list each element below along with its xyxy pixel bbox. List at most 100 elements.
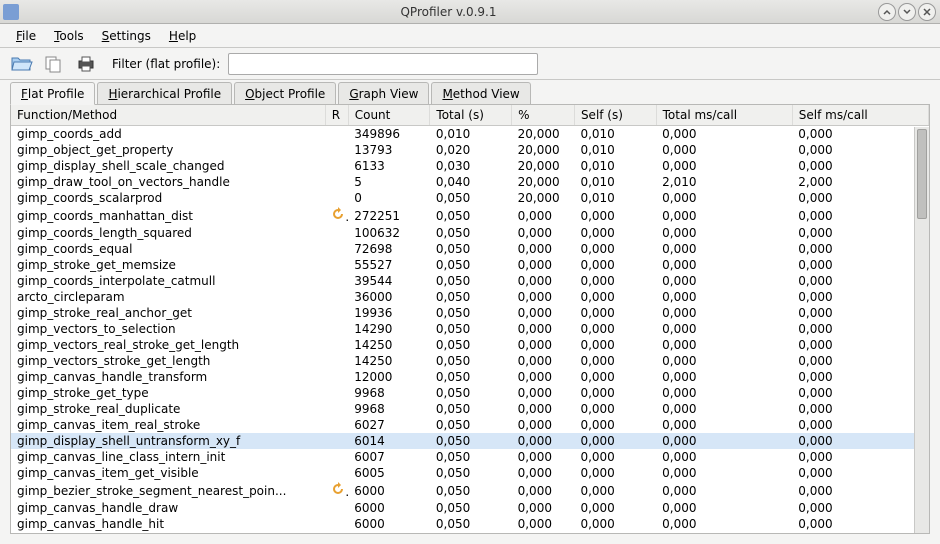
menu-help[interactable]: Help	[161, 26, 204, 46]
menu-file[interactable]: File	[8, 26, 44, 46]
table-row[interactable]: gimp_display_shell_untransform_xy_f60140…	[11, 433, 929, 449]
cell-count: 9968	[348, 385, 430, 401]
cell-pct: 0,000	[512, 206, 575, 225]
cell-pct: 0,000	[512, 257, 575, 273]
table-row[interactable]: arcto_circleparam360000,0500,0000,0000,0…	[11, 289, 929, 305]
cell-pct: 0,000	[512, 305, 575, 321]
tab-hierarchical-profile[interactable]: Hierarchical Profile	[97, 82, 232, 104]
cell-total: 0,050	[430, 449, 512, 465]
table-row[interactable]: gimp_object_get_property137930,02020,000…	[11, 142, 929, 158]
cell-self: 0,010	[574, 158, 656, 174]
maximize-button[interactable]	[898, 3, 916, 21]
table-row[interactable]: gimp_stroke_real_anchor_get199360,0500,0…	[11, 305, 929, 321]
cell-func: arcto_circleparam	[11, 289, 325, 305]
table-row[interactable]: gimp_canvas_line_class_intern_init60070,…	[11, 449, 929, 465]
cell-smscall: 0,000	[792, 337, 928, 353]
cell-func: gimp_canvas_line_class_intern_init	[11, 449, 325, 465]
table-row[interactable]: gimp_coords_length_squared1006320,0500,0…	[11, 225, 929, 241]
cell-total: 0,050	[430, 257, 512, 273]
cell-self: 0,000	[574, 353, 656, 369]
tab-object-profile[interactable]: Object Profile	[234, 82, 336, 104]
cell-smscall: 0,000	[792, 500, 928, 516]
col-total[interactable]: Total (s)	[430, 105, 512, 126]
open-folder-icon[interactable]	[10, 53, 34, 75]
cell-smscall: 0,000	[792, 465, 928, 481]
table-row[interactable]: gimp_canvas_handle_transform120000,0500,…	[11, 369, 929, 385]
table-row[interactable]: gimp_coords_equal726980,0500,0000,0000,0…	[11, 241, 929, 257]
cell-self: 0,000	[574, 321, 656, 337]
cell-smscall: 0,000	[792, 369, 928, 385]
table-row[interactable]: gimp_coords_add3498960,01020,0000,0100,0…	[11, 126, 929, 143]
col-r[interactable]: R	[325, 105, 348, 126]
cell-self: 0,000	[574, 337, 656, 353]
minimize-button[interactable]	[878, 3, 896, 21]
table-row[interactable]: gimp_canvas_handle_draw60000,0500,0000,0…	[11, 500, 929, 516]
table-row[interactable]: gimp_vectors_to_selection142900,0500,000…	[11, 321, 929, 337]
filter-input[interactable]	[228, 53, 538, 75]
cell-smscall: 0,000	[792, 417, 928, 433]
col-smscall[interactable]: Self ms/call	[792, 105, 928, 126]
cell-func: gimp_coords_manhattan_dist	[11, 206, 325, 225]
vertical-scrollbar[interactable]	[914, 127, 929, 533]
tab-method-view[interactable]: Method View	[431, 82, 530, 104]
print-icon[interactable]	[74, 53, 98, 75]
cell-pct: 0,000	[512, 369, 575, 385]
cell-self: 0,000	[574, 206, 656, 225]
cell-total: 0,050	[430, 289, 512, 305]
table-row[interactable]: gimp_bezier_stroke_segment_nearest_poin.…	[11, 481, 929, 500]
table-row[interactable]: gimp_vectors_real_stroke_get_length14250…	[11, 337, 929, 353]
cell-r	[325, 401, 348, 417]
col-self[interactable]: Self (s)	[574, 105, 656, 126]
cell-count: 6007	[348, 449, 430, 465]
table-row[interactable]: gimp_display_shell_scale_changed61330,03…	[11, 158, 929, 174]
tab-flat-profile[interactable]: Flat Profile	[10, 82, 95, 105]
cell-self: 0,010	[574, 190, 656, 206]
cell-count: 72698	[348, 241, 430, 257]
cell-tmscall: 0,000	[656, 273, 792, 289]
cell-count: 14250	[348, 337, 430, 353]
menubar: File Tools Settings Help	[0, 24, 940, 48]
table-row[interactable]: gimp_draw_tool_on_vectors_handle50,04020…	[11, 174, 929, 190]
cell-tmscall: 0,000	[656, 126, 792, 143]
col-pct[interactable]: %	[512, 105, 575, 126]
cell-tmscall: 0,000	[656, 417, 792, 433]
col-tmscall[interactable]: Total ms/call	[656, 105, 792, 126]
cell-r	[325, 142, 348, 158]
cell-r	[325, 174, 348, 190]
cell-smscall: 0,000	[792, 126, 928, 143]
cell-r	[325, 305, 348, 321]
menu-tools[interactable]: Tools	[46, 26, 92, 46]
table-row[interactable]: gimp_canvas_item_real_stroke60270,0500,0…	[11, 417, 929, 433]
tab-graph-view[interactable]: Graph View	[338, 82, 429, 104]
table-row[interactable]: gimp_stroke_get_memsize555270,0500,0000,…	[11, 257, 929, 273]
table-row[interactable]: gimp_coords_manhattan_dist2722510,0500,0…	[11, 206, 929, 225]
cell-func: gimp_bezier_stroke_segment_nearest_poin.…	[11, 481, 325, 500]
cell-count: 6000	[348, 516, 430, 532]
cell-total: 0,050	[430, 401, 512, 417]
cell-self: 0,000	[574, 449, 656, 465]
cell-total: 0,050	[430, 337, 512, 353]
table-row[interactable]: gimp_coords_scalarprod00,05020,0000,0100…	[11, 190, 929, 206]
cell-func: gimp_stroke_real_anchor_get	[11, 305, 325, 321]
recursive-icon	[331, 207, 345, 221]
col-function[interactable]: Function/Method	[11, 105, 325, 126]
cell-count: 13793	[348, 142, 430, 158]
table-row[interactable]: gimp_canvas_item_get_visible60050,0500,0…	[11, 465, 929, 481]
table-row[interactable]: gimp_stroke_get_type99680,0500,0000,0000…	[11, 385, 929, 401]
table-row[interactable]: gimp_canvas_handle_hit60000,0500,0000,00…	[11, 516, 929, 532]
table-row[interactable]: gimp_vectors_stroke_get_length142500,050…	[11, 353, 929, 369]
scrollbar-thumb[interactable]	[917, 129, 927, 219]
cell-r	[325, 516, 348, 532]
cell-count: 5	[348, 174, 430, 190]
col-count[interactable]: Count	[348, 105, 430, 126]
menu-settings[interactable]: Settings	[94, 26, 159, 46]
close-button[interactable]	[918, 3, 936, 21]
cell-count: 39544	[348, 273, 430, 289]
table-row[interactable]: gimp_coords_interpolate_catmull395440,05…	[11, 273, 929, 289]
cell-func: gimp_coords_equal	[11, 241, 325, 257]
copy-icon[interactable]	[42, 53, 66, 75]
cell-r	[325, 321, 348, 337]
cell-func: gimp_display_shell_scale_changed	[11, 158, 325, 174]
cell-self: 0,010	[574, 126, 656, 143]
table-row[interactable]: gimp_stroke_real_duplicate99680,0500,000…	[11, 401, 929, 417]
